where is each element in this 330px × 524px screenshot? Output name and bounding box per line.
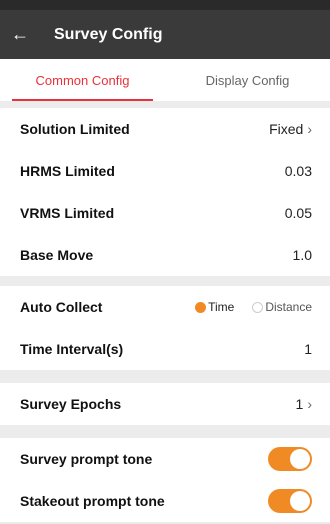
radio-time-label: Time (208, 300, 235, 314)
base-move-value: 1.0 (292, 247, 312, 263)
tab-display-config[interactable]: Display Config (165, 59, 330, 101)
time-interval-label: Time Interval(s) (20, 341, 124, 357)
vrms-limited-value: 0.05 (284, 205, 312, 221)
auto-collect-label: Auto Collect (20, 299, 103, 315)
page-title: Survey Config (54, 25, 163, 43)
tab-common-config[interactable]: Common Config (0, 59, 165, 101)
hrms-limited-row[interactable]: HRMS Limited 0.03 (0, 150, 330, 192)
radio-time[interactable]: Time (195, 300, 234, 314)
stakeout-prompt-tone-label: Stakeout prompt tone (20, 493, 165, 509)
radio-distance-label: Distance (265, 300, 312, 314)
survey-epochs-row[interactable]: Survey Epochs 1 › (0, 383, 330, 425)
stakeout-prompt-tone-toggle[interactable] (268, 489, 312, 513)
solution-limited-label: Solution Limited (20, 121, 130, 137)
vrms-limited-row[interactable]: VRMS Limited 0.05 (0, 192, 330, 234)
auto-collect-options: Time Distance (195, 300, 312, 314)
chevron-right-icon: › (307, 396, 312, 412)
survey-prompt-tone-toggle[interactable] (268, 447, 312, 471)
base-move-row[interactable]: Base Move 1.0 (0, 234, 330, 276)
auto-collect-row: Auto Collect Time Distance (0, 286, 330, 328)
survey-prompt-tone-label: Survey prompt tone (20, 451, 153, 467)
vrms-limited-label: VRMS Limited (20, 205, 115, 221)
solution-limited-value: Fixed (269, 121, 304, 137)
survey-prompt-tone-row: Survey prompt tone (0, 438, 330, 480)
base-move-label: Base Move (20, 247, 94, 263)
hrms-limited-label: HRMS Limited (20, 163, 115, 179)
app-bar: ← Survey Config (0, 10, 330, 59)
radio-unselected-icon (252, 301, 264, 313)
survey-epochs-label: Survey Epochs (20, 396, 122, 412)
survey-epochs-value: 1 (295, 396, 304, 412)
time-interval-row[interactable]: Time Interval(s) 1 (0, 328, 330, 370)
time-interval-value: 1 (304, 341, 312, 357)
radio-selected-icon (195, 301, 207, 313)
hrms-limited-value: 0.03 (284, 163, 312, 179)
status-bar (0, 0, 330, 10)
solution-limited-row[interactable]: Solution Limited Fixed › (0, 108, 330, 150)
radio-distance[interactable]: Distance (252, 300, 312, 314)
chevron-right-icon: › (307, 121, 312, 137)
stakeout-prompt-tone-row: Stakeout prompt tone (0, 480, 330, 522)
back-arrow-icon[interactable]: ← (0, 10, 40, 59)
tab-bar: Common Config Display Config (0, 59, 330, 101)
